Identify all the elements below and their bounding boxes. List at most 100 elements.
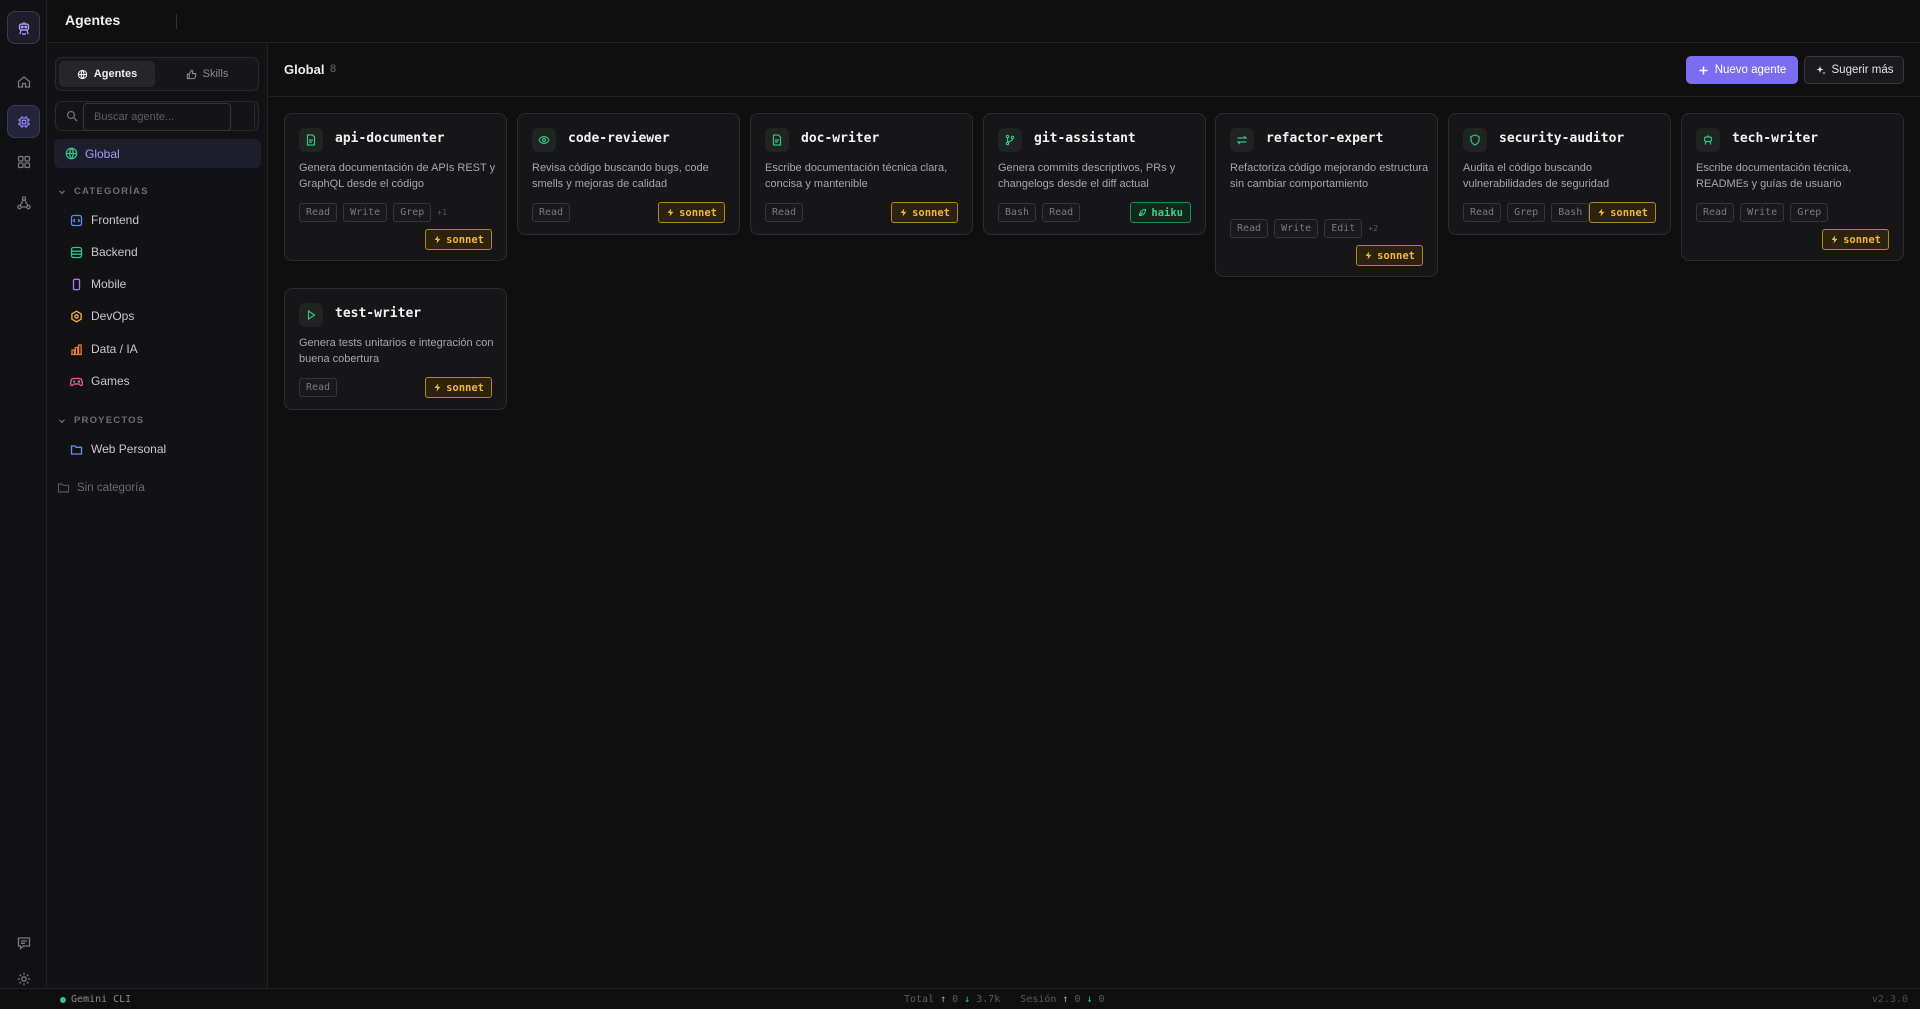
agent-tools: Read <box>765 203 804 222</box>
arrow-down-icon: ↓ <box>964 994 971 1005</box>
session-up-value: 0 <box>1074 994 1081 1005</box>
agent-description: Genera tests unitarios e integración con… <box>299 337 494 365</box>
model-badge: sonnet <box>658 202 725 223</box>
plus-icon <box>1699 66 1708 74</box>
session-label: Sesión <box>1020 994 1057 1005</box>
grid-icon <box>17 155 30 168</box>
agent-tools: Read Write Grep +1 <box>299 203 447 222</box>
model-name: sonnet <box>1843 233 1881 246</box>
agent-card[interactable]: git-assistant Genera commits descriptivo… <box>983 113 1206 235</box>
model-name: sonnet <box>446 381 484 394</box>
agent-name: refactor-expert <box>1266 131 1384 146</box>
session-down-value: 0 <box>1098 994 1105 1005</box>
tool-tag: Grep <box>393 203 432 222</box>
git-branch-icon <box>1005 134 1015 146</box>
new-agent-button[interactable]: Nuevo agente <box>1686 56 1798 84</box>
phone-icon <box>72 278 81 290</box>
categories-header-label: CATEGORÍAS <box>74 186 149 197</box>
tool-tag: Read <box>1230 219 1269 238</box>
agent-card[interactable]: security-auditor Audita el código buscan… <box>1448 113 1671 235</box>
total-label: Total <box>904 994 935 1005</box>
sidebar-item-frontend[interactable]: Frontend <box>70 208 139 232</box>
agent-card[interactable]: api-documenter Genera documentación de A… <box>284 113 507 261</box>
agent-icon-box <box>299 128 323 152</box>
suggest-more-label: Sugerir más <box>1831 64 1894 76</box>
agent-name: code-reviewer <box>568 131 670 146</box>
agent-icon-box <box>998 128 1022 152</box>
model-name: sonnet <box>912 206 950 219</box>
agents-nav-button[interactable] <box>7 105 40 138</box>
model-name: sonnet <box>679 206 717 219</box>
tool-tag: Read <box>1463 203 1502 222</box>
tab-agentes-label: Agentes <box>93 68 138 80</box>
agent-card[interactable]: tech-writer Escribe documentación técnic… <box>1681 113 1904 261</box>
agent-icon-box <box>1463 128 1487 152</box>
model-name: sonnet <box>446 233 484 246</box>
tab-skills[interactable]: Skills <box>159 61 255 87</box>
home-nav-button[interactable] <box>7 65 40 98</box>
agent-description: Genera commits descriptivos, PRs y chang… <box>998 162 1176 190</box>
agent-name: security-auditor <box>1499 131 1625 146</box>
agent-description: Genera documentación de APIs REST y Grap… <box>299 162 496 190</box>
icon-rail <box>0 0 47 988</box>
sidebar-item-label: Mobile <box>91 277 127 291</box>
top-bar: Agentes <box>48 0 1920 43</box>
app-logo[interactable] <box>7 11 40 44</box>
tool-tag: Read <box>299 203 338 222</box>
sidebar-item-label: Frontend <box>91 213 140 227</box>
shield-icon <box>1470 134 1480 146</box>
new-agent-label: Nuevo agente <box>1714 64 1787 76</box>
play-icon <box>307 309 316 321</box>
suggest-more-button[interactable]: Sugerir más <box>1804 56 1904 84</box>
model-badge: sonnet <box>1589 202 1656 223</box>
agent-card[interactable]: doc-writer Escribe documentación técnica… <box>750 113 973 235</box>
sparkles-icon <box>1816 65 1825 74</box>
chat-nav-button[interactable] <box>7 926 40 959</box>
status-bar: Gemini CLI Total ↑ 0 ↓ 3.7k Sesión ↑ 0 ↓… <box>0 988 1920 1009</box>
hexagon-icon <box>71 309 82 323</box>
network-icon <box>16 195 31 209</box>
search-icon <box>66 110 78 122</box>
bolt-icon <box>434 383 441 392</box>
sidebar-item-global[interactable]: Global <box>54 139 261 168</box>
agent-icon-box <box>532 128 556 152</box>
agent-card[interactable]: test-writer Genera tests unitarios e int… <box>284 288 507 410</box>
agent-name: api-documenter <box>335 131 445 146</box>
sidebar-item-label: Data / IA <box>91 342 138 356</box>
sidebar-item-global-label: Global <box>85 146 120 161</box>
categories-header[interactable]: CATEGORÍAS <box>57 186 149 197</box>
tool-tag: Grep <box>1790 203 1829 222</box>
robot-icon <box>18 21 29 35</box>
sidebar-item-games[interactable]: Games <box>70 369 130 393</box>
tab-agentes[interactable]: Agentes <box>59 61 155 87</box>
sidebar-item-mobile[interactable]: Mobile <box>70 272 126 296</box>
sidebar-item-devops[interactable]: DevOps <box>70 304 134 328</box>
agent-description: Audita el código buscando vulnerabilidad… <box>1463 162 1610 190</box>
agent-description: Escribe documentación técnica, READMEs y… <box>1696 162 1852 190</box>
search-input[interactable] <box>83 103 231 131</box>
sidebar-item-backend[interactable]: Backend <box>70 240 138 264</box>
projects-header[interactable]: PROYECTOS <box>57 415 144 426</box>
bolt-icon <box>1365 251 1372 260</box>
sidebar-item-web-personal[interactable]: Web Personal <box>70 437 166 461</box>
bolt-icon <box>667 208 674 217</box>
sidebar-item-uncategorized[interactable]: Sin categoría <box>57 481 145 494</box>
file-icon <box>306 134 316 146</box>
model-badge: haiku <box>1130 202 1191 223</box>
sidebar-item-data-ia[interactable]: Data / IA <box>70 337 138 361</box>
agent-card[interactable]: code-reviewer Revisa código buscando bug… <box>517 113 740 235</box>
token-usage: Total ↑ 0 ↓ 3.7k Sesión ↑ 0 ↓ 0 <box>904 994 1105 1005</box>
tool-tag: Grep <box>1507 203 1546 222</box>
agent-tools: Read <box>532 203 571 222</box>
grid-nav-button[interactable] <box>7 145 40 178</box>
provider-status: Gemini CLI <box>60 994 131 1005</box>
tool-tag: Write <box>1740 203 1785 222</box>
agent-count: 8 <box>330 63 337 75</box>
agent-card[interactable]: refactor-expert Refactoriza código mejor… <box>1215 113 1438 277</box>
arrow-up-icon: ↑ <box>1062 994 1069 1005</box>
tool-tag: Read <box>1696 203 1735 222</box>
network-nav-button[interactable] <box>7 186 40 219</box>
cpu-icon <box>17 115 30 128</box>
agent-tools: Read Grep Bash <box>1463 203 1590 222</box>
projects-header-label: PROYECTOS <box>74 415 145 426</box>
